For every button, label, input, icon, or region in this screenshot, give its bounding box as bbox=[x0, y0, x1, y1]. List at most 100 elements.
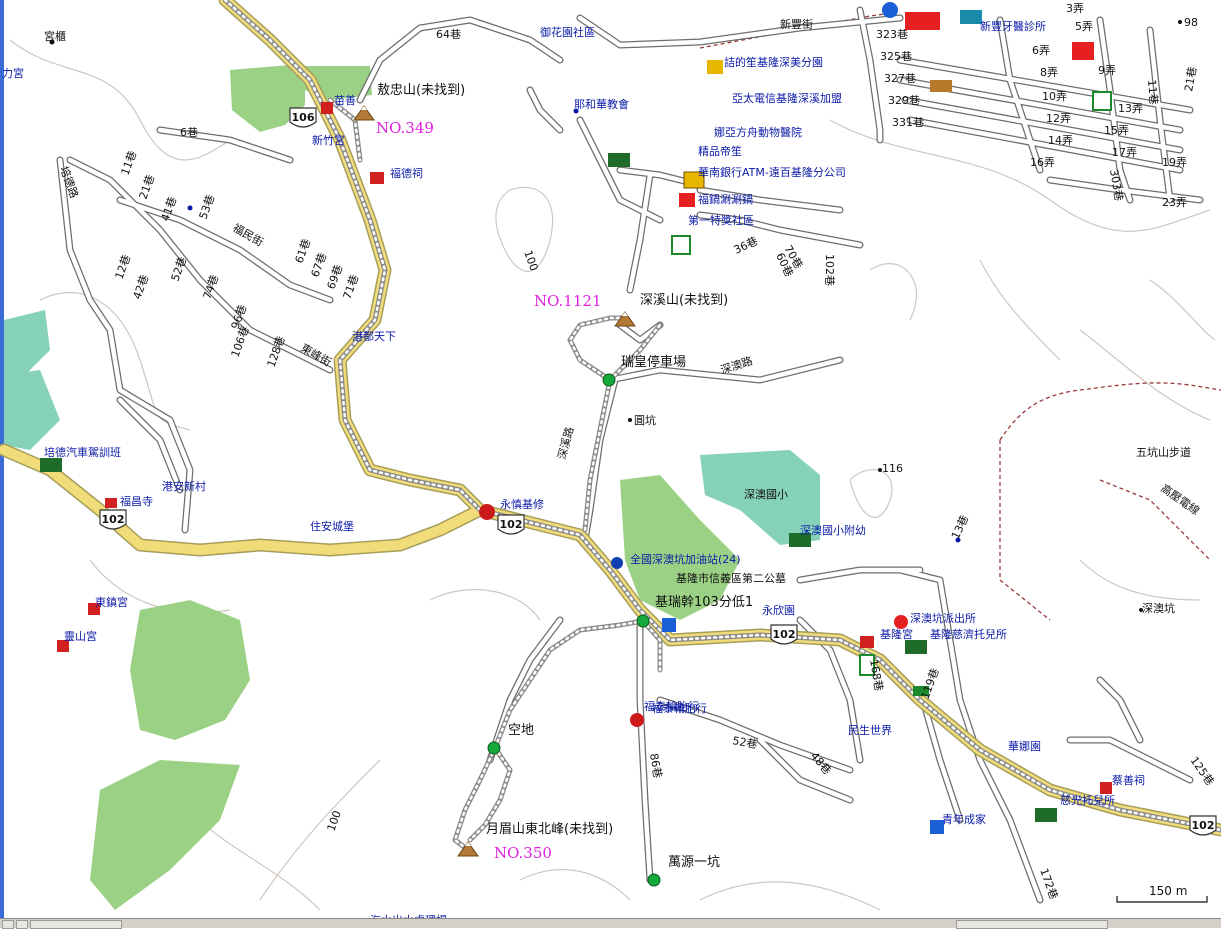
poi-label: 華南銀行ATM-遠百基隆分公司 bbox=[698, 165, 846, 179]
bus-icon bbox=[707, 60, 723, 74]
poi-label: 亞太電信基隆深溪加盟 bbox=[732, 91, 842, 105]
alley-label: 6巷 bbox=[180, 126, 198, 139]
alley-label: 5弄 bbox=[1075, 20, 1093, 33]
highway-shield: 102 bbox=[497, 514, 525, 535]
hotel-icon bbox=[905, 12, 940, 30]
alley-label: 3弄 bbox=[1066, 2, 1084, 15]
peak-icon bbox=[353, 105, 375, 121]
temple-icon bbox=[370, 172, 384, 184]
alley-label: 16弄 bbox=[1030, 156, 1055, 169]
alley-label: 14弄 bbox=[1048, 134, 1073, 147]
status-cell bbox=[30, 920, 122, 929]
scale-label: 150 m bbox=[1149, 884, 1187, 898]
poi-label: 圓坑 bbox=[634, 413, 656, 427]
waypoint-label: 空地 bbox=[508, 723, 534, 738]
restaurant-icon bbox=[679, 193, 695, 207]
alley-label: 106巷 bbox=[229, 325, 252, 360]
alley-label: 21巷 bbox=[1182, 66, 1199, 93]
alley-label: 119巷 bbox=[919, 667, 942, 702]
svg-text:106: 106 bbox=[292, 111, 315, 124]
alley-label: 86巷 bbox=[647, 752, 664, 779]
alley-label: 71巷 bbox=[341, 273, 362, 301]
alley-label: 48巷 bbox=[808, 750, 834, 778]
temple-icon bbox=[1100, 782, 1112, 794]
waypoint-dot bbox=[636, 614, 650, 628]
waypoint-dot bbox=[487, 741, 501, 755]
waypoint-dot bbox=[647, 873, 661, 887]
road-label: 深澳路 bbox=[719, 354, 754, 377]
alley-label: 12弄 bbox=[1046, 112, 1071, 125]
alley-label: 6弄 bbox=[1032, 44, 1050, 57]
alley-label: 23弄 bbox=[1162, 196, 1187, 209]
poi-label: 靈山宮 bbox=[64, 629, 97, 643]
waypoint-label: 基瑞幹103分低1 bbox=[655, 594, 753, 610]
camera-icon bbox=[662, 618, 676, 632]
peak-code-label: NO.349 bbox=[376, 119, 434, 137]
poi-label: 基隆市信義區第二公墓 bbox=[676, 571, 786, 585]
alley-label: 21巷 bbox=[137, 173, 158, 201]
alley-label: 69巷 bbox=[325, 263, 346, 291]
alley-label: 61巷 bbox=[293, 237, 314, 265]
car-service-icon bbox=[630, 713, 644, 727]
alley-label: 67巷 bbox=[309, 251, 330, 279]
peak-name-label: 月眉山東北峰(未找到) bbox=[486, 821, 613, 837]
alley-label: 102巷 bbox=[823, 254, 836, 286]
poi-label: 娜亞方舟動物醫院 bbox=[714, 125, 802, 139]
window-edge bbox=[0, 0, 4, 918]
alley-label: 329巷 bbox=[888, 94, 920, 107]
poi-label: 福泰輪胎行 bbox=[644, 699, 699, 713]
alley-label: 331巷 bbox=[892, 116, 924, 129]
peak-code-label: NO.1121 bbox=[534, 292, 602, 310]
alley-label: 42巷 bbox=[131, 273, 152, 301]
poi-label: 深澳國小附幼 bbox=[800, 523, 866, 537]
temple-icon bbox=[105, 498, 117, 508]
alley-label: 327巷 bbox=[884, 72, 916, 85]
poi-label: 深澳坑 bbox=[1142, 601, 1175, 615]
store-icon bbox=[1092, 91, 1112, 111]
poi-label: 精品帝笙 bbox=[698, 144, 742, 158]
kindergarten-icon bbox=[1035, 808, 1057, 822]
alley-label: 9弄 bbox=[1098, 64, 1116, 77]
alley-label: 11巷 bbox=[119, 149, 140, 177]
alley-label: 11巷 bbox=[1145, 79, 1160, 105]
poi-label: 福德祠 bbox=[390, 166, 423, 180]
poi-label: 基隆宮 bbox=[880, 627, 913, 641]
poi-label: 基隆慈濟托兒所 bbox=[930, 627, 1007, 641]
alley-label: 53巷 bbox=[197, 193, 218, 221]
svg-text:102: 102 bbox=[102, 513, 125, 526]
alley-label: 15弄 bbox=[1104, 124, 1129, 137]
alley-label: 323巷 bbox=[876, 28, 908, 41]
topographic-map[interactable]: 102 102 102 102 106 NO.349 NO.1121 NO.35… bbox=[0, 0, 1221, 927]
status-cell bbox=[16, 920, 28, 929]
road-label: 高壓電線 bbox=[1158, 481, 1202, 518]
poi-label: 港都天下 bbox=[352, 330, 396, 343]
poi-label: 新豐牙醫診所 bbox=[980, 19, 1046, 33]
highway-shield: 102 bbox=[99, 509, 127, 530]
shop-icon bbox=[930, 80, 952, 92]
poi-label: 慈光托兒所 bbox=[1060, 793, 1115, 807]
alley-labels: 6巷 11巷 21巷 41巷 53巷 61巷 67巷 69巷 71巷 12巷 4… bbox=[113, 2, 1217, 901]
alley-label: 325巷 bbox=[880, 50, 912, 63]
alley-label: 19弄 bbox=[1162, 156, 1187, 169]
svg-text:102: 102 bbox=[500, 518, 523, 531]
poi-label: 住安城堡 bbox=[310, 519, 354, 533]
edge-label: 宮櫃 bbox=[44, 29, 66, 43]
poi-label: 港安新村 bbox=[162, 479, 206, 493]
poi-label: 深澳國小 bbox=[744, 488, 788, 501]
road-label: 深溪路 bbox=[555, 426, 576, 461]
temple-icon bbox=[321, 102, 333, 114]
small-dot-icon bbox=[628, 418, 632, 422]
peak-code-label: NO.350 bbox=[494, 844, 552, 862]
alley-label: 17弄 bbox=[1112, 146, 1137, 159]
alley-label: 8弄 bbox=[1040, 66, 1058, 79]
kindergarten-icon bbox=[905, 640, 927, 654]
highway-shield: 102 bbox=[1189, 815, 1217, 836]
alley-label: 52巷 bbox=[169, 255, 190, 283]
elevation-label: 98 bbox=[1184, 16, 1198, 29]
bus-icon bbox=[40, 458, 62, 472]
poi-label: 青年成家 bbox=[942, 812, 986, 826]
poi-label: 華娜園 bbox=[1008, 739, 1041, 753]
poi-label: 培德汽車駕訓班 bbox=[44, 445, 121, 459]
poi-label: 東鎮宮 bbox=[95, 595, 128, 609]
hospital-icon bbox=[882, 2, 898, 18]
